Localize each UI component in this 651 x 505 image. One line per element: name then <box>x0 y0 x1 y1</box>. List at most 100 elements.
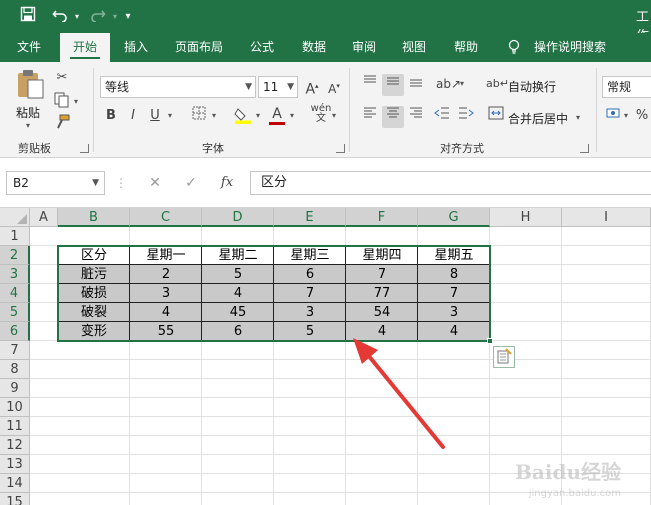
row-header-6[interactable]: 6 <box>0 322 30 341</box>
row-header-5[interactable]: 5 <box>0 303 30 322</box>
table-cell[interactable]: 45 <box>202 303 274 322</box>
save-icon[interactable] <box>16 6 40 28</box>
font-color-icon[interactable]: A <box>266 104 288 126</box>
row-header-15[interactable]: 15 <box>0 493 30 505</box>
table-cell[interactable]: 55 <box>130 322 202 341</box>
tab-view[interactable]: 视图 <box>390 33 438 62</box>
decrease-font-size-icon[interactable]: A▾ <box>324 76 344 98</box>
align-left-icon[interactable] <box>360 106 380 128</box>
table-cell[interactable]: 变形 <box>58 322 130 341</box>
paste-dropdown-icon[interactable]: ▾ <box>26 116 30 136</box>
quick-analysis-icon[interactable] <box>493 346 515 368</box>
tab-help[interactable]: 帮助 <box>442 33 490 62</box>
font-name-dropdown[interactable]: 等线 ▼ <box>100 76 256 98</box>
phonetic-dropdown-icon[interactable]: ▾ <box>332 106 336 126</box>
row-header-9[interactable]: 9 <box>0 379 30 398</box>
row-header-1[interactable]: 1 <box>0 227 30 246</box>
row-header-2[interactable]: 2 <box>0 246 30 265</box>
column-header-c[interactable]: C <box>130 208 202 227</box>
table-cell[interactable]: 4 <box>202 284 274 303</box>
row-header-10[interactable]: 10 <box>0 398 30 417</box>
tab-page-layout[interactable]: 页面布局 <box>160 33 238 62</box>
column-header-g[interactable]: G <box>418 208 490 227</box>
merge-dropdown-icon[interactable]: ▾ <box>576 108 580 128</box>
insert-function-icon[interactable]: fx <box>212 171 242 195</box>
table-cell[interactable]: 77 <box>346 284 418 303</box>
phonetic-guide-icon[interactable]: wén 文 <box>310 104 332 126</box>
tab-file[interactable]: 文件 <box>0 33 58 62</box>
table-cell[interactable]: 4 <box>418 322 490 341</box>
copy-icon[interactable] <box>52 92 72 112</box>
lightbulb-icon[interactable] <box>504 33 524 62</box>
row-header-13[interactable]: 13 <box>0 455 30 474</box>
undo-icon[interactable] <box>48 6 72 28</box>
number-format-dropdown[interactable]: 常规 <box>602 76 651 98</box>
accounting-format-icon[interactable] <box>604 106 624 128</box>
table-cell[interactable]: 脏污 <box>58 265 130 284</box>
align-top-icon[interactable] <box>360 74 380 96</box>
table-cell[interactable]: 6 <box>202 322 274 341</box>
alignment-launcher-icon[interactable] <box>580 144 589 153</box>
increase-font-size-icon[interactable]: A▴ <box>302 76 322 98</box>
column-header-i[interactable]: I <box>562 208 651 227</box>
font-size-dropdown[interactable]: 11 ▼ <box>258 76 298 98</box>
tell-me-search[interactable]: 操作说明搜索 <box>526 33 614 62</box>
row-header-3[interactable]: 3 <box>0 265 30 284</box>
border-icon[interactable] <box>188 106 210 128</box>
fill-handle[interactable] <box>487 338 493 344</box>
fill-color-dropdown-icon[interactable]: ▾ <box>256 106 260 126</box>
name-box[interactable]: B2 ▼ <box>6 171 105 195</box>
table-cell[interactable]: 7 <box>274 284 346 303</box>
table-header-cell[interactable]: 星期三 <box>274 246 346 265</box>
table-cell[interactable]: 7 <box>418 284 490 303</box>
format-painter-icon[interactable] <box>52 114 72 134</box>
table-cell[interactable]: 破裂 <box>58 303 130 322</box>
wrap-text-icon[interactable]: ab↵ <box>486 74 509 96</box>
merge-center-icon[interactable] <box>486 106 506 128</box>
align-middle-icon[interactable] <box>382 74 404 96</box>
redo-dropdown-icon[interactable]: ▾ <box>110 6 120 28</box>
customize-qat-icon[interactable]: ▾ <box>120 6 136 28</box>
row-header-12[interactable]: 12 <box>0 436 30 455</box>
column-header-b[interactable]: B <box>58 208 130 227</box>
column-header-d[interactable]: D <box>202 208 274 227</box>
column-header-a[interactable]: A <box>30 208 58 227</box>
table-cell[interactable]: 4 <box>346 322 418 341</box>
table-cell[interactable]: 5 <box>202 265 274 284</box>
undo-dropdown-icon[interactable]: ▾ <box>72 6 82 28</box>
column-header-f[interactable]: F <box>346 208 418 227</box>
orientation-icon[interactable]: ab↗ <box>436 74 461 96</box>
italic-button[interactable]: I <box>124 106 142 128</box>
table-header-cell[interactable]: 星期二 <box>202 246 274 265</box>
bold-button[interactable]: B <box>102 106 120 128</box>
tab-insert[interactable]: 插入 <box>112 33 160 62</box>
table-header-cell[interactable]: 星期一 <box>130 246 202 265</box>
align-bottom-icon[interactable] <box>406 74 426 96</box>
select-all-button[interactable] <box>0 208 30 227</box>
underline-button[interactable]: U <box>146 106 164 128</box>
align-center-icon[interactable] <box>382 106 404 128</box>
formula-input[interactable]: 区分 <box>250 171 651 195</box>
table-cell[interactable]: 8 <box>418 265 490 284</box>
column-header-e[interactable]: E <box>274 208 346 227</box>
clipboard-launcher-icon[interactable] <box>80 144 89 153</box>
font-color-dropdown-icon[interactable]: ▾ <box>290 106 294 126</box>
font-launcher-icon[interactable] <box>336 144 345 153</box>
table-cell[interactable]: 2 <box>130 265 202 284</box>
table-cell[interactable]: 6 <box>274 265 346 284</box>
row-header-7[interactable]: 7 <box>0 341 30 360</box>
table-cell[interactable]: 54 <box>346 303 418 322</box>
enter-icon[interactable]: ✓ <box>176 171 206 195</box>
row-header-11[interactable]: 11 <box>0 417 30 436</box>
tab-review[interactable]: 审阅 <box>340 33 388 62</box>
cancel-icon[interactable]: ✕ <box>140 171 170 195</box>
table-cell[interactable]: 破损 <box>58 284 130 303</box>
copy-dropdown-icon[interactable]: ▾ <box>74 92 78 112</box>
row-header-14[interactable]: 14 <box>0 474 30 493</box>
tab-formulas[interactable]: 公式 <box>238 33 286 62</box>
increase-indent-icon[interactable] <box>456 106 476 128</box>
fill-color-icon[interactable] <box>232 106 254 128</box>
row-header-4[interactable]: 4 <box>0 284 30 303</box>
percent-icon[interactable]: % <box>632 106 651 128</box>
column-header-h[interactable]: H <box>490 208 562 227</box>
